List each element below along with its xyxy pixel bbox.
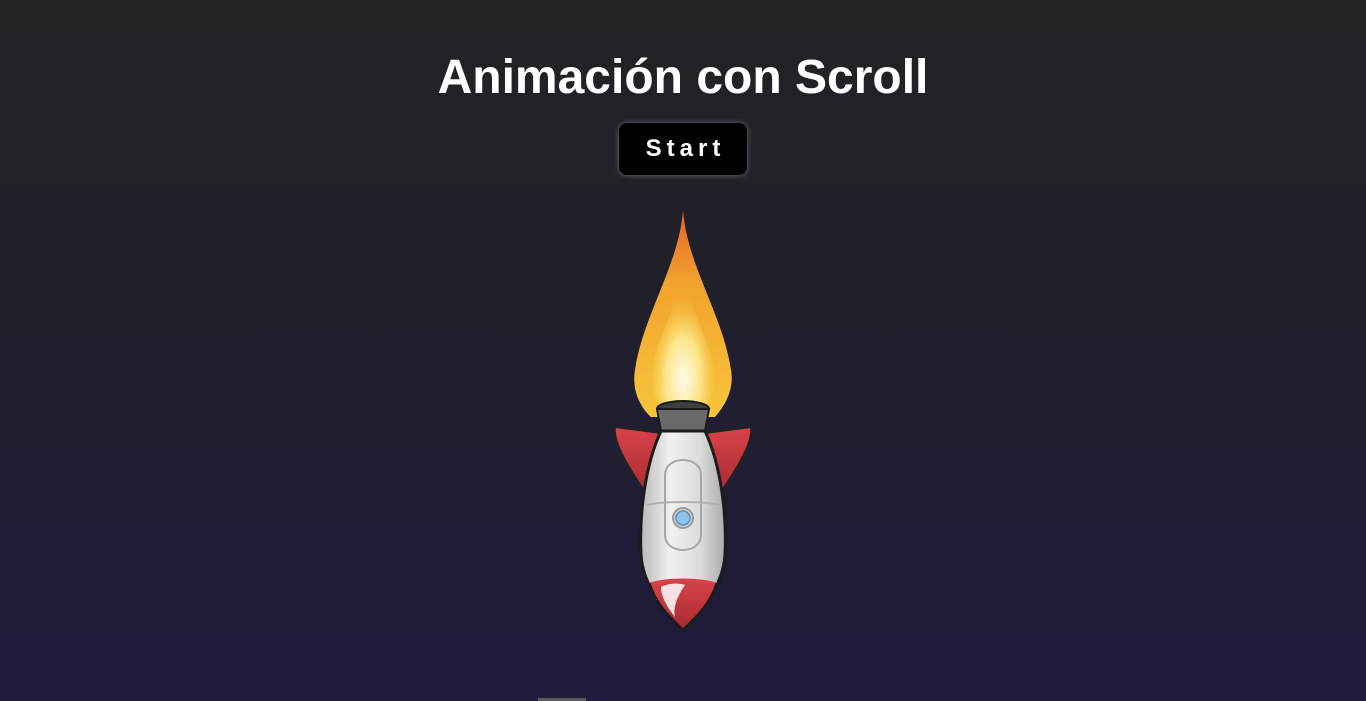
start-button[interactable]: Start xyxy=(619,123,747,175)
page-title: Animación con Scroll xyxy=(437,51,929,104)
flame-icon xyxy=(634,210,732,417)
rocket-icon xyxy=(613,210,753,633)
